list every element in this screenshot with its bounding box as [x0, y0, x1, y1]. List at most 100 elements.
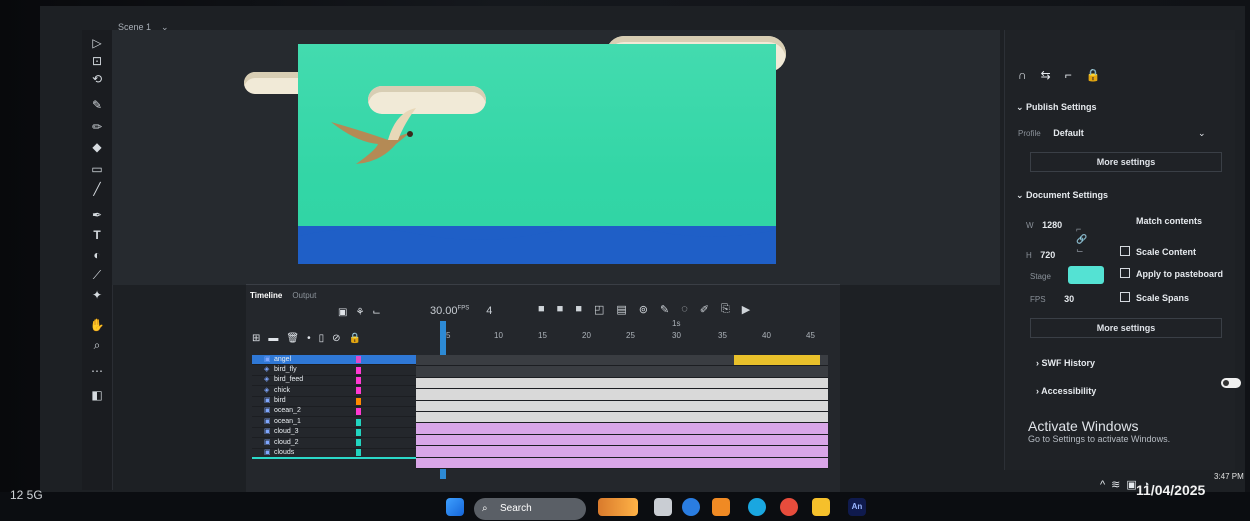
- accessibility-toggle[interactable]: [1221, 378, 1241, 388]
- frame-row[interactable]: [416, 446, 828, 458]
- layer-row[interactable]: ▣ clouds: [252, 449, 416, 459]
- apply-to-pasteboard-checkbox[interactable]: Apply to pasteboard: [1120, 268, 1223, 279]
- layer-row[interactable]: ▣ ocean_2: [252, 407, 416, 418]
- layer-icon: ▣: [264, 448, 271, 456]
- more-tools-icon[interactable]: ⋯: [88, 362, 106, 380]
- fps-field[interactable]: FPS 30: [1030, 294, 1074, 304]
- brush-tool-icon[interactable]: ✎: [88, 96, 106, 114]
- stage-canvas[interactable]: [298, 44, 776, 264]
- trash-icon[interactable]: 🗑: [286, 333, 299, 344]
- visibility-icon[interactable]: ⊘: [332, 333, 340, 344]
- profile-row[interactable]: Profile Default ⌄: [1018, 128, 1206, 138]
- loop-icon[interactable]: ⊚: [639, 303, 648, 316]
- file-explorer-icon[interactable]: [812, 498, 830, 516]
- clock-date[interactable]: 11/04/2025: [1136, 482, 1205, 498]
- tab-output[interactable]: Output: [292, 291, 316, 300]
- highlight-icon[interactable]: •: [307, 333, 311, 344]
- brush-icon[interactable]: ✐: [700, 303, 709, 316]
- scale-spans-checkbox[interactable]: Scale Spans: [1120, 292, 1189, 303]
- text-tool-icon[interactable]: T: [88, 226, 106, 244]
- task-view-icon[interactable]: [654, 498, 672, 516]
- zoom-tool-icon[interactable]: ⌕: [88, 336, 106, 354]
- corner-icon[interactable]: ⌐: [1065, 68, 1086, 82]
- layer-row[interactable]: ▣ ocean_1: [252, 417, 416, 428]
- accessibility-header[interactable]: › Accessibility: [1036, 386, 1096, 396]
- more-settings-button-2[interactable]: More settings: [1030, 318, 1222, 338]
- camera-icon[interactable]: ▣: [338, 307, 347, 318]
- folder-icon[interactable]: ▬: [268, 333, 278, 344]
- tab-timeline[interactable]: Timeline: [250, 291, 282, 300]
- layer-row[interactable]: ◈ bird_feed: [252, 376, 416, 387]
- pencil-tool-icon[interactable]: ✏: [88, 118, 106, 136]
- more-settings-button[interactable]: More settings: [1030, 152, 1222, 172]
- eyedropper-icon[interactable]: ⟋: [88, 266, 106, 284]
- free-transform-tool-icon[interactable]: ⟲: [88, 70, 106, 88]
- frame-ruler[interactable]: 5 10 15 20 25 30 35 40 45 1s: [416, 319, 828, 343]
- frame-row[interactable]: [416, 411, 828, 424]
- fps-readout[interactable]: 30.00FPS 4: [430, 305, 492, 317]
- outline-icon[interactable]: ▯: [319, 333, 325, 344]
- onion-skin-icon[interactable]: ◰: [594, 303, 604, 316]
- frame-grid[interactable]: [416, 355, 828, 469]
- lock-icon[interactable]: 🔒: [1086, 68, 1115, 82]
- layer-depth-icon[interactable]: ⚘: [355, 307, 364, 318]
- bone-tool-icon[interactable]: ✦: [88, 286, 106, 304]
- stage-color-swatch[interactable]: [1068, 266, 1104, 284]
- hand-tool-icon[interactable]: ✋: [88, 316, 106, 334]
- scale-content-checkbox[interactable]: Scale Content: [1120, 246, 1196, 257]
- play-icon[interactable]: ▶: [742, 303, 750, 316]
- edge-icon[interactable]: [748, 498, 766, 516]
- graph-icon[interactable]: ⌙: [372, 307, 380, 318]
- line-tool-icon[interactable]: ╱: [88, 180, 106, 198]
- layer-row[interactable]: ▣ angel: [252, 355, 416, 366]
- frame-row[interactable]: [416, 457, 828, 469]
- frame-row[interactable]: [416, 366, 828, 378]
- widgets-icon[interactable]: [598, 498, 638, 516]
- tween-span[interactable]: [734, 355, 820, 365]
- layer-row[interactable]: ◈ bird_fly: [252, 365, 416, 376]
- selection-tool-icon[interactable]: ▷: [88, 34, 106, 52]
- link-dimensions-icon[interactable]: ⌐ 🔗 ⌙: [1076, 224, 1087, 256]
- paint-brush-icon[interactable]: ◆: [88, 138, 106, 156]
- chevron-up-icon[interactable]: ^: [1100, 479, 1111, 491]
- paint-bucket-icon[interactable]: ◐: [88, 246, 106, 264]
- align-icon[interactable]: ⇆: [1041, 68, 1065, 82]
- eye-icon[interactable]: ◌: [681, 303, 688, 316]
- clock-time[interactable]: 3:47 PM: [1214, 472, 1244, 481]
- panel-tab-icons[interactable]: ∩⇆⌐🔒: [1018, 68, 1115, 82]
- magnet-icon[interactable]: ∩: [1018, 68, 1041, 82]
- pen-tool-icon[interactable]: ✒: [88, 206, 106, 224]
- export-icon[interactable]: ⎘: [721, 303, 730, 316]
- swf-history-header[interactable]: › SWF History: [1036, 358, 1095, 368]
- layer-row[interactable]: ▣ bird: [252, 397, 416, 407]
- pencil-icon[interactable]: ✎: [660, 303, 669, 316]
- chrome-icon[interactable]: [780, 498, 798, 516]
- windows-start-icon[interactable]: [446, 498, 464, 516]
- rectangle-tool-icon[interactable]: ▭: [88, 160, 106, 178]
- frame-row[interactable]: [416, 400, 828, 412]
- prev-frame-icon[interactable]: ■: [557, 303, 564, 316]
- lock-icon[interactable]: 🔒: [349, 333, 361, 344]
- stop-icon[interactable]: ■: [575, 303, 582, 316]
- subselection-tool-icon[interactable]: ⊡: [88, 52, 106, 70]
- frame-row[interactable]: [416, 434, 828, 447]
- frame-row[interactable]: [416, 389, 828, 401]
- height-field[interactable]: H 720: [1026, 250, 1055, 260]
- frame-row[interactable]: [416, 423, 828, 435]
- match-contents-button[interactable]: Match contents: [1136, 216, 1202, 226]
- first-frame-icon[interactable]: ■: [538, 303, 545, 316]
- animate-app-icon[interactable]: An: [848, 498, 866, 516]
- layer-row[interactable]: ▣ cloud_3: [252, 428, 416, 439]
- stroke-fill-swatch-icon[interactable]: ◧: [88, 386, 106, 404]
- store-icon[interactable]: [712, 498, 730, 516]
- copilot-icon[interactable]: [682, 498, 700, 516]
- frame-row[interactable]: [416, 355, 828, 367]
- wifi-icon[interactable]: ≋: [1111, 479, 1126, 491]
- width-field[interactable]: W 1280: [1026, 220, 1062, 230]
- frame-row[interactable]: [416, 377, 828, 390]
- document-settings-header[interactable]: ⌄ Document Settings: [1016, 190, 1108, 201]
- publish-settings-header[interactable]: ⌄ Publish Settings: [1016, 102, 1097, 113]
- edit-multiple-icon[interactable]: ▤: [616, 303, 626, 316]
- layer-row[interactable]: ◈ chick: [252, 386, 416, 397]
- new-layer-icon[interactable]: ⊞: [252, 333, 260, 344]
